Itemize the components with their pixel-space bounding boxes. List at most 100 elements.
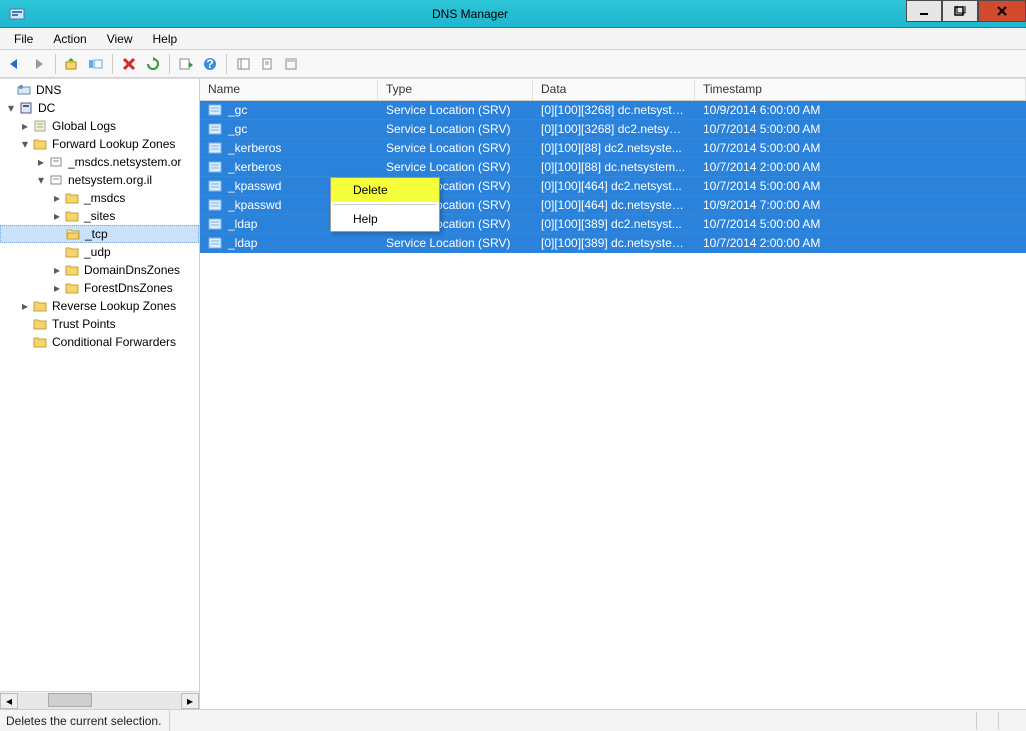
list-row[interactable]: _ldapService Location (SRV)[0][100][389]… [200, 234, 1026, 253]
delete-button[interactable] [118, 53, 140, 75]
record-timestamp: 10/7/2014 5:00:00 AM [695, 217, 1026, 231]
menu-action[interactable]: Action [43, 30, 96, 48]
collapse-icon[interactable]: ▾ [4, 101, 18, 115]
tree-node-dc[interactable]: ▾ DC [0, 99, 199, 117]
logs-icon [32, 118, 48, 134]
column-header-data[interactable]: Data [533, 79, 695, 100]
record-timestamp: 10/7/2014 5:00:00 AM [695, 122, 1026, 136]
help-button[interactable]: ? [199, 53, 221, 75]
tree-label: Global Logs [52, 119, 116, 133]
list-row[interactable]: _kpasswdService Location (SRV)[0][100][4… [200, 177, 1026, 196]
record-name: _ldap [228, 217, 257, 231]
new-record-button[interactable] [232, 53, 254, 75]
record-icon [208, 237, 222, 249]
list-body[interactable]: _gcService Location (SRV)[0][100][3268] … [200, 101, 1026, 709]
record-type: Service Location (SRV) [378, 141, 533, 155]
expand-icon[interactable]: ▸ [18, 299, 32, 313]
record-name: _kpasswd [228, 179, 281, 193]
expand-icon[interactable]: ▸ [50, 281, 64, 295]
list-row[interactable]: _kerberosService Location (SRV)[0][100][… [200, 158, 1026, 177]
context-menu: Delete Help [330, 177, 440, 232]
navigation-tree[interactable]: DNS ▾ DC ▸ [0, 79, 199, 691]
show-hide-tree-button[interactable] [85, 53, 107, 75]
tree-horizontal-scrollbar[interactable]: ◂ ▸ [0, 691, 199, 709]
tree-node-trust-points[interactable]: Trust Points [0, 315, 199, 333]
tree-node-sites[interactable]: ▸ _sites [0, 207, 199, 225]
tree-node-forward-lookup-zones[interactable]: ▾ Forward Lookup Zones [0, 135, 199, 153]
tree-label: _msdcs [84, 191, 125, 205]
list-row[interactable]: _kerberosService Location (SRV)[0][100][… [200, 139, 1026, 158]
folder-icon [32, 316, 48, 332]
record-name: _gc [228, 103, 247, 117]
tree-node-netsystem-zone[interactable]: ▾ netsystem.org.il [0, 171, 199, 189]
toolbar-separator [169, 54, 170, 74]
column-header-name[interactable]: Name [200, 79, 378, 100]
tree-node-global-logs[interactable]: ▸ Global Logs [0, 117, 199, 135]
record-icon [208, 218, 222, 230]
folder-icon [64, 244, 80, 260]
context-menu-delete[interactable]: Delete [331, 178, 439, 202]
nav-forward-button[interactable] [28, 53, 50, 75]
expand-icon[interactable]: ▸ [50, 209, 64, 223]
list-row[interactable]: _gcService Location (SRV)[0][100][3268] … [200, 120, 1026, 139]
menu-bar: File Action View Help [0, 28, 1026, 50]
tree-node-dns[interactable]: DNS [0, 81, 199, 99]
record-data: [0][100][88] dc.netsystem... [533, 160, 695, 174]
toolbar: ? [0, 50, 1026, 78]
status-text: Deletes the current selection. [6, 714, 161, 728]
record-data: [0][100][389] dc2.netsyst... [533, 217, 695, 231]
svg-text:?: ? [206, 57, 213, 71]
menu-view[interactable]: View [97, 30, 143, 48]
toolbar-separator [112, 54, 113, 74]
list-row[interactable]: _kpasswdService Location (SRV)[0][100][4… [200, 196, 1026, 215]
column-header-type[interactable]: Type [378, 79, 533, 100]
tree-label: _sites [84, 209, 115, 223]
scroll-left-button[interactable]: ◂ [0, 693, 18, 709]
toolbar-separator [55, 54, 56, 74]
menu-file[interactable]: File [4, 30, 43, 48]
tree-node-domaindnszones[interactable]: ▸DomainDnsZones [0, 261, 199, 279]
collapse-icon[interactable]: ▾ [34, 173, 48, 187]
tree-node-forestdnszones[interactable]: ▸ForestDnsZones [0, 279, 199, 297]
record-timestamp: 10/9/2014 7:00:00 AM [695, 198, 1026, 212]
record-name: _ldap [228, 236, 257, 250]
zone-icon [48, 154, 64, 170]
tree-node-msdcs-zone[interactable]: ▸ _msdcs.netsystem.or [0, 153, 199, 171]
refresh-button[interactable] [142, 53, 164, 75]
menu-help[interactable]: Help [143, 30, 188, 48]
tree-label: _udp [84, 245, 111, 259]
scroll-track[interactable] [18, 693, 181, 709]
record-type: Service Location (SRV) [378, 160, 533, 174]
tree-node-udp[interactable]: _udp [0, 243, 199, 261]
list-row[interactable]: _gcService Location (SRV)[0][100][3268] … [200, 101, 1026, 120]
up-one-level-button[interactable] [61, 53, 83, 75]
scroll-right-button[interactable]: ▸ [181, 693, 199, 709]
tree-node-msdcs[interactable]: ▸ _msdcs [0, 189, 199, 207]
record-timestamp: 10/7/2014 5:00:00 AM [695, 179, 1026, 193]
record-name: _kerberos [228, 141, 281, 155]
nav-back-button[interactable] [4, 53, 26, 75]
tree-label: netsystem.org.il [68, 173, 152, 187]
context-menu-separator [333, 204, 437, 205]
properties-button[interactable] [256, 53, 278, 75]
column-header-timestamp[interactable]: Timestamp [695, 79, 1026, 100]
expand-icon[interactable]: ▸ [34, 155, 48, 169]
record-icon [208, 123, 222, 135]
scroll-thumb[interactable] [48, 693, 92, 707]
tree-node-tcp[interactable]: _tcp [0, 225, 199, 243]
tree-node-reverse-lookup-zones[interactable]: ▸Reverse Lookup Zones [0, 297, 199, 315]
tree-label: _tcp [85, 227, 108, 241]
export-button[interactable] [175, 53, 197, 75]
filter-button[interactable] [280, 53, 302, 75]
expand-icon[interactable]: ▸ [18, 119, 32, 133]
context-menu-help[interactable]: Help [331, 207, 439, 231]
maximize-button[interactable] [942, 0, 978, 22]
expand-icon[interactable]: ▸ [50, 191, 64, 205]
minimize-button[interactable] [906, 0, 942, 22]
collapse-icon[interactable]: ▾ [18, 137, 32, 151]
record-icon [208, 161, 222, 173]
close-button[interactable] [978, 0, 1026, 22]
list-row[interactable]: _ldapService Location (SRV)[0][100][389]… [200, 215, 1026, 234]
tree-node-conditional-forwarders[interactable]: Conditional Forwarders [0, 333, 199, 351]
expand-icon[interactable]: ▸ [50, 263, 64, 277]
